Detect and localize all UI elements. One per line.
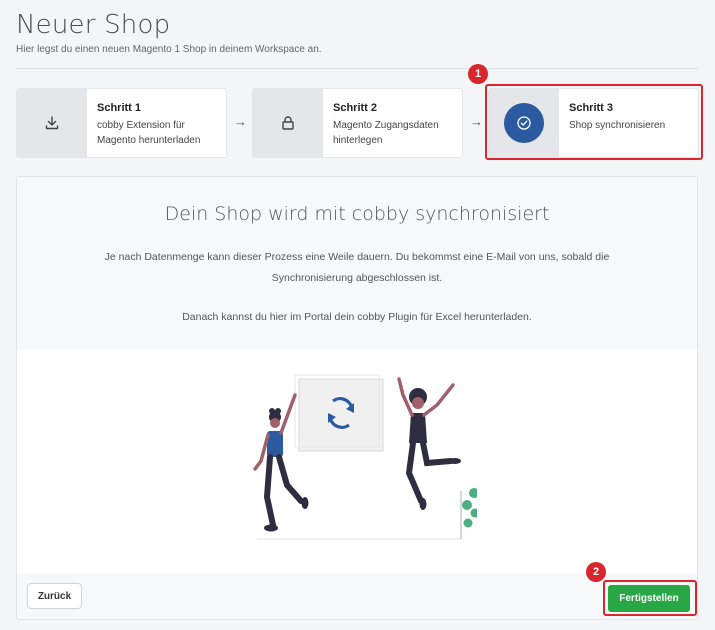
annotation-badge-2: 2 <box>586 562 606 582</box>
step-arrow-2: → <box>470 114 483 129</box>
step-arrow-1: → <box>234 114 247 129</box>
sync-panel: Dein Shop wird mit cobby synchronisiert … <box>16 176 698 620</box>
person-right-figure <box>397 377 461 510</box>
step-1-desc-line1: cobby Extension für <box>97 120 185 131</box>
step-2-desc-line2: hinterlegen <box>333 135 383 146</box>
plant-decoration <box>460 488 477 539</box>
panel-text-block-1: Je nach Datenmenge kann dieser Prozess e… <box>17 247 697 289</box>
panel-text-line3: Danach kannst du hier im Portal dein cob… <box>182 311 532 323</box>
step-2-card: Schritt 2 Magento Zugangsdaten hinterleg… <box>252 88 463 158</box>
step-3-highlight <box>485 84 703 160</box>
header-divider <box>16 68 698 69</box>
lock-icon <box>282 116 294 130</box>
panel-heading: Dein Shop wird mit cobby synchronisiert <box>164 203 550 225</box>
step-1-icon-box <box>17 89 87 157</box>
step-1-card: Schritt 1 cobby Extension für Magento he… <box>16 88 227 158</box>
step-1-desc-line2: Magento herunterladen <box>97 135 201 146</box>
panel-text-line1: Je nach Datenmenge kann dieser Prozess e… <box>104 251 610 263</box>
page-title: Neuer Shop <box>16 10 171 40</box>
page-subtitle: Hier legst du einen neuen Magento 1 Shop… <box>16 44 322 55</box>
sync-illustration <box>253 374 477 540</box>
finish-button-highlight <box>603 580 697 616</box>
step-2-desc-line1: Magento Zugangsdaten <box>333 120 439 131</box>
back-button[interactable]: Zurück <box>27 583 82 609</box>
step-1-title: Schritt 1 <box>97 102 142 114</box>
panel-text-line2: Synchronisierung abgeschlossen ist. <box>271 272 443 284</box>
download-icon <box>45 116 59 130</box>
step-2-icon-box <box>253 89 323 157</box>
step-2-title: Schritt 2 <box>333 102 378 114</box>
annotation-badge-1: 1 <box>468 64 488 84</box>
